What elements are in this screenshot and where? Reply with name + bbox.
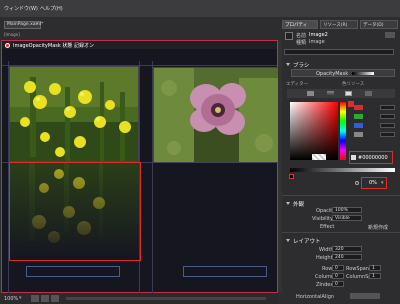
image-brush-icon[interactable] (345, 91, 352, 96)
columnspan-input[interactable]: 1 (369, 273, 381, 279)
snap-toggle-icon[interactable] (41, 295, 49, 302)
tab-data[interactable]: データ(D) (360, 20, 398, 29)
width-input[interactable]: 320 (332, 246, 362, 252)
chevron-down-icon[interactable]: ▾ (19, 295, 22, 301)
r-channel-input[interactable] (380, 105, 395, 110)
hex-value[interactable]: #00000000 (358, 155, 388, 161)
chevron-down-icon (286, 239, 290, 242)
alpha-gradient-bar[interactable] (290, 168, 395, 172)
column-input[interactable]: 0 (332, 273, 344, 279)
image-poppy[interactable] (153, 67, 279, 163)
divider (282, 195, 400, 196)
layout-section-title: レイアウト (293, 239, 321, 245)
horizontal-alignment-buttons[interactable] (350, 293, 380, 299)
resource-brush-icon[interactable] (365, 91, 372, 96)
eyedropper-icon[interactable] (351, 155, 356, 160)
row-label: Row (322, 266, 333, 272)
name-value[interactable]: Image2 (309, 32, 328, 38)
brush-property-row[interactable]: OpacityMask (291, 69, 395, 77)
recording-bar: ImageOpacityMask 状態 記録オン (2, 41, 277, 49)
type-label: 種類 (296, 40, 307, 46)
chevron-down-icon (286, 63, 290, 66)
zindex-label: ZIndex (316, 282, 334, 288)
gradient-brush-icon[interactable] (327, 91, 334, 96)
appearance-section-header[interactable]: 外観 (286, 200, 304, 208)
menu-bar: ウィンドウ(W) ヘルプ(H) (0, 0, 400, 17)
height-input[interactable]: 240 (332, 254, 362, 260)
r-channel-swatch (354, 105, 363, 110)
breadcrumb[interactable]: [Image] (4, 32, 94, 38)
tab-properties[interactable]: プロパティ (282, 20, 318, 29)
effect-new-button[interactable]: 新規作成 (368, 224, 388, 231)
type-value: Image (309, 39, 325, 45)
visibility-label: Visibility (312, 216, 333, 222)
divider (282, 232, 400, 233)
zindex-input[interactable]: 0 (332, 281, 344, 287)
placeholder-box[interactable] (183, 266, 267, 277)
solid-brush-icon[interactable] (307, 91, 314, 96)
status-bar: 100% ▾ (1, 293, 278, 304)
tab-label: プロパティ (285, 23, 308, 28)
effect-label: Effect (320, 224, 335, 230)
chevron-down-icon (286, 202, 290, 205)
color-resource-label[interactable]: 色リソース (342, 81, 364, 87)
grid-toggle-icon[interactable] (31, 295, 39, 302)
g-channel-swatch (354, 114, 363, 119)
chevron-down-icon[interactable]: ▾ (381, 180, 384, 186)
brush-type-selector[interactable] (287, 89, 395, 98)
hue-slider[interactable] (340, 102, 346, 160)
menu-help[interactable]: ヘルプ(H) (40, 5, 63, 12)
rowspan-input[interactable]: 1 (369, 265, 381, 271)
gradient-stop-icon[interactable] (290, 175, 293, 178)
selected-element-outline (9, 162, 141, 261)
horizontal-scrollbar[interactable] (66, 297, 266, 300)
reset-icon[interactable] (355, 181, 359, 185)
g-channel-input[interactable] (380, 114, 395, 119)
rowspan-label: RowSpan (346, 266, 369, 272)
document-tab[interactable]: MainPage.xaml* × (4, 21, 43, 29)
element-icon (285, 32, 293, 40)
a-channel-swatch (354, 132, 363, 137)
color-picker-area[interactable] (290, 102, 338, 160)
guide-toggle-icon[interactable] (51, 295, 59, 302)
brush-section-header[interactable]: ブラシ (286, 61, 309, 69)
record-icon[interactable] (5, 43, 10, 48)
appearance-section-title: 外観 (293, 202, 305, 208)
close-icon[interactable]: × (35, 22, 39, 28)
tab-resources[interactable]: リソース(R) (320, 20, 358, 29)
current-color-swatch (312, 154, 326, 160)
properties-panel: プロパティ リソース(R) データ(D) 名前 Image2 種類 Image … (282, 17, 400, 304)
a-channel-input[interactable] (380, 132, 395, 137)
brush-preview (352, 72, 374, 75)
image-rapeseed-flowers[interactable] (9, 66, 139, 162)
opacity-input[interactable]: 100% (332, 207, 362, 213)
b-channel-input[interactable] (380, 123, 395, 128)
recording-status: ImageOpacityMask 状態 記録オン (13, 43, 94, 49)
property-search-input[interactable] (284, 49, 394, 55)
layout-section-header[interactable]: レイアウト (286, 237, 321, 245)
brush-property-name: OpacityMask (316, 71, 349, 77)
menu-window[interactable]: ウィンドウ(W) (4, 5, 38, 12)
zoom-level[interactable]: 100% (4, 296, 18, 302)
visibility-select[interactable]: Visible (332, 215, 362, 221)
tab-label: データ(D) (363, 23, 384, 28)
design-canvas[interactable]: ImageOpacityMask 状態 記録オン (1, 40, 279, 296)
b-channel-swatch (354, 123, 363, 128)
tab-label: リソース(R) (323, 23, 348, 28)
horizontal-alignment-label: HorizontalAlign (296, 294, 335, 300)
height-label: Height (316, 255, 333, 261)
placeholder-box[interactable] (26, 266, 120, 277)
name-label: 名前 (296, 33, 307, 39)
row-input[interactable]: 0 (332, 265, 344, 271)
editor-label: エディター (286, 82, 309, 87)
events-icon[interactable] (385, 32, 395, 38)
alpha-value[interactable]: 0% (369, 180, 377, 186)
